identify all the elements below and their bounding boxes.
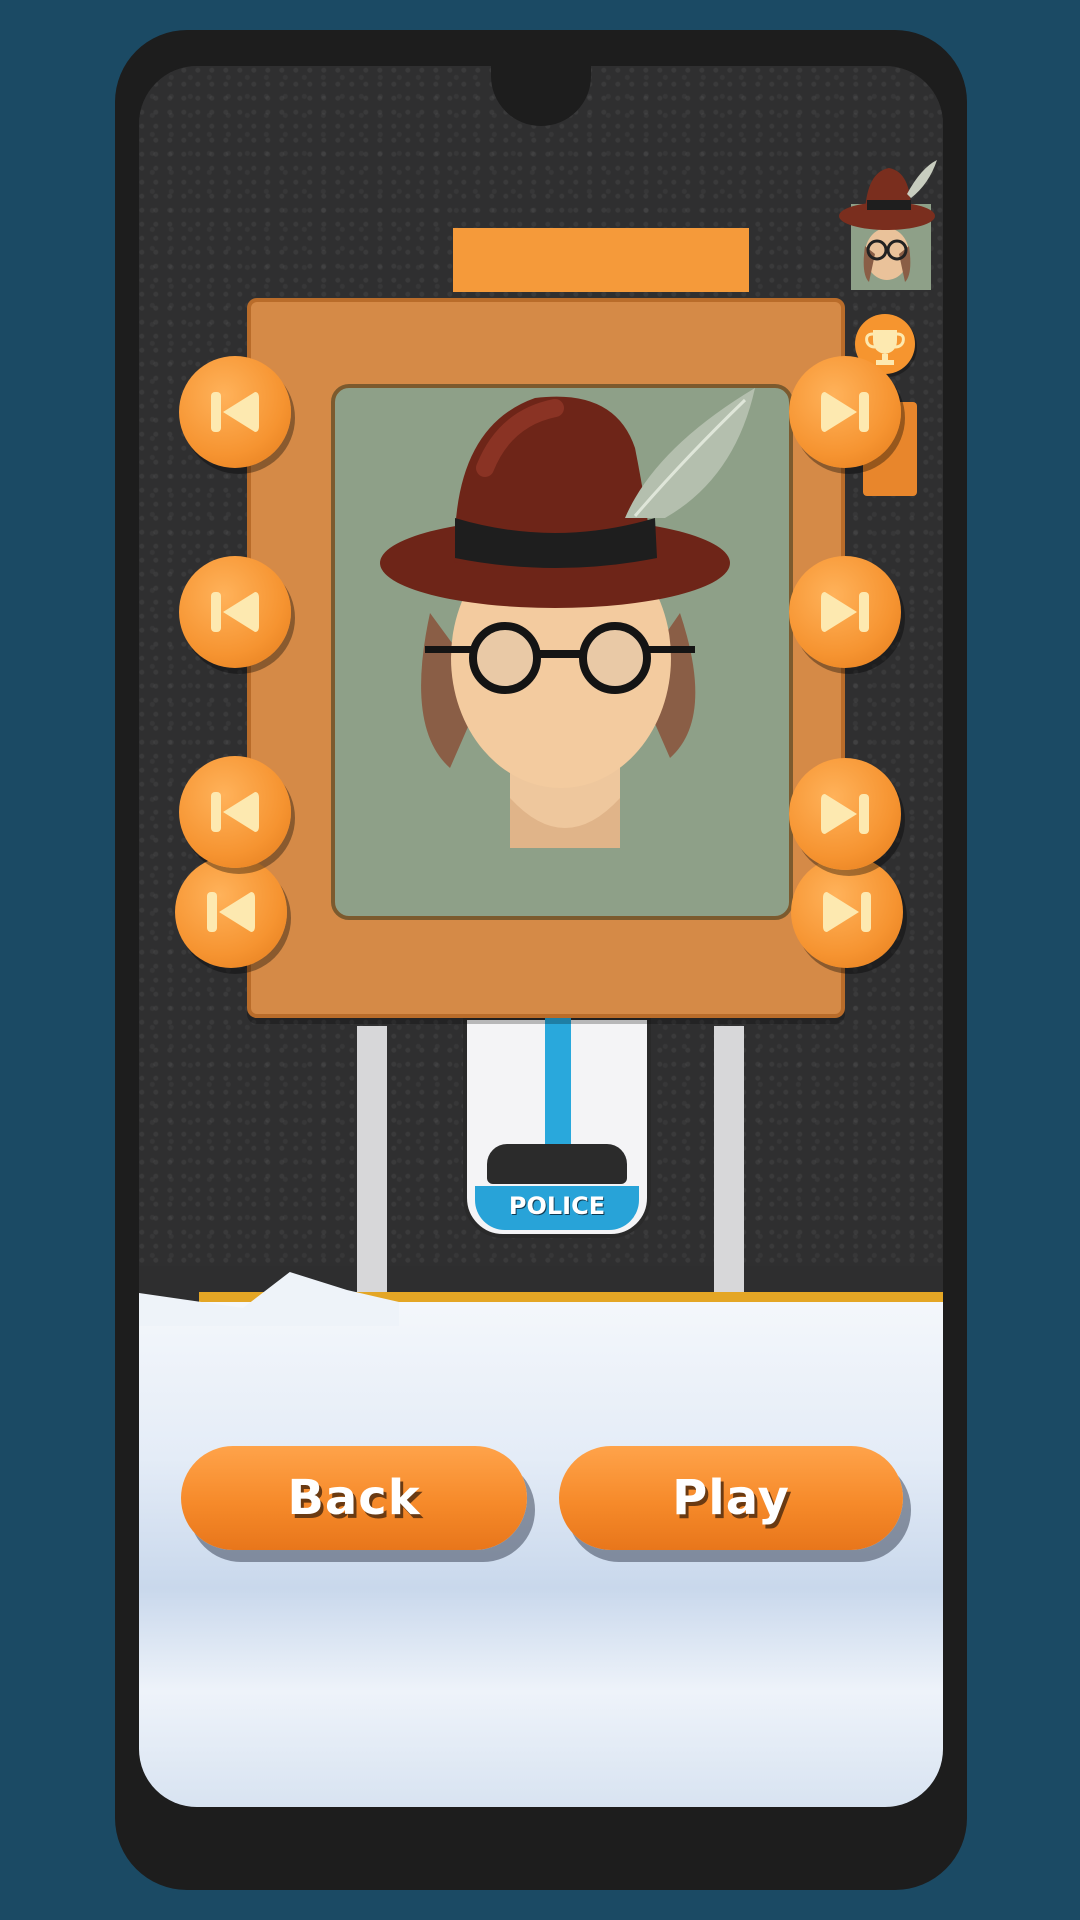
next-body-button[interactable]: [791, 856, 903, 968]
skip-next-icon: [821, 392, 869, 432]
play-button-label: Play: [672, 1470, 790, 1526]
phone-frame: POLICE Back Play: [115, 30, 967, 1890]
parking-line-right: [714, 1026, 744, 1326]
prev-hat-button[interactable]: [179, 356, 291, 468]
skip-previous-icon: [211, 592, 259, 632]
character-portrait: [331, 384, 793, 920]
skip-previous-icon: [211, 792, 259, 832]
police-car-label: POLICE: [508, 1192, 606, 1220]
skip-next-icon: [821, 794, 869, 834]
game-screen: POLICE Back Play: [139, 66, 943, 1807]
parking-line-left: [357, 1026, 387, 1326]
title-tab: [453, 228, 749, 292]
prev-hair-button[interactable]: [179, 756, 291, 868]
skip-previous-icon: [207, 892, 255, 932]
character-frame: [247, 298, 845, 1018]
skip-next-icon: [823, 892, 871, 932]
police-car: POLICE: [457, 1016, 657, 1246]
next-face-button[interactable]: [789, 556, 901, 668]
play-button[interactable]: Play: [559, 1446, 903, 1550]
back-button[interactable]: Back: [181, 1446, 527, 1550]
snow-ground: [139, 1302, 943, 1807]
next-hat-button[interactable]: [789, 356, 901, 468]
prev-body-button[interactable]: [175, 856, 287, 968]
back-button-label: Back: [287, 1470, 421, 1526]
skip-previous-icon: [211, 392, 259, 432]
player-avatar[interactable]: [837, 154, 941, 292]
skip-next-icon: [821, 592, 869, 632]
prev-face-button[interactable]: [179, 556, 291, 668]
next-hair-button[interactable]: [789, 758, 901, 870]
